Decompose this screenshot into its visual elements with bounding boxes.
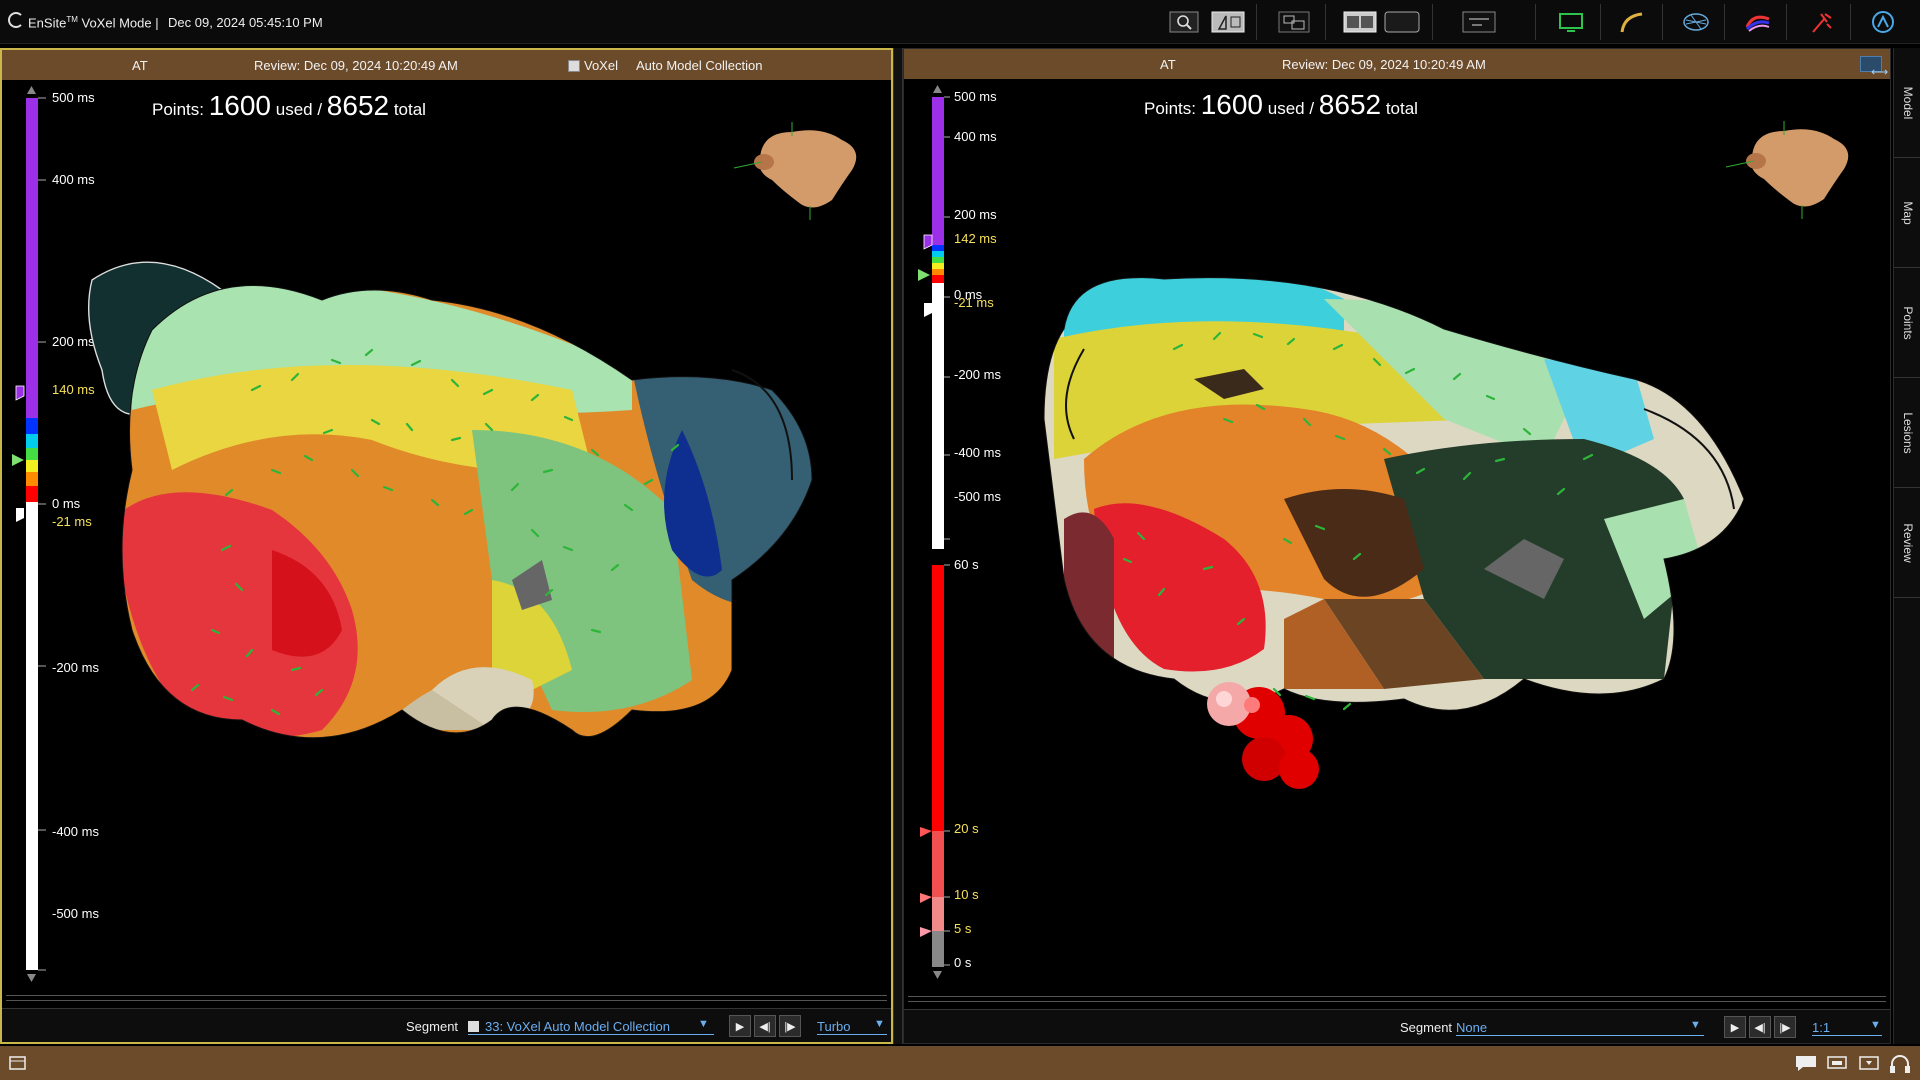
time-threshold-10s-handle[interactable] (920, 893, 932, 903)
points-counter: Points: 1600 used / 8652 total (152, 90, 426, 121)
snapshot-icon (1278, 11, 1310, 33)
navigation-icon (1872, 11, 1894, 33)
play-button[interactable]: ▶ (1724, 1016, 1746, 1038)
voxel-icon (568, 60, 580, 72)
tab-points[interactable]: Points (1894, 268, 1920, 378)
lower-threshold-handle[interactable] (924, 303, 932, 317)
select-region-button[interactable] (1211, 9, 1245, 35)
expand-view-button[interactable]: ⟷ (1860, 56, 1888, 79)
step-forward-button[interactable]: |▶ (779, 1015, 801, 1037)
catheter-button[interactable] (1617, 9, 1647, 35)
tools-button[interactable] (1462, 9, 1496, 35)
tab-map[interactable]: Map (1894, 158, 1920, 268)
orientation-heart-icon[interactable] (732, 110, 872, 220)
step-back-icon: ◀| (759, 1020, 771, 1033)
left-3d-activation-map[interactable] (72, 250, 892, 840)
step-forward-button[interactable]: |▶ (1774, 1016, 1796, 1038)
monitor-icon (1559, 13, 1583, 32)
display-icon[interactable] (1826, 1054, 1848, 1072)
segment-dropdown[interactable]: None (1456, 1020, 1704, 1036)
zero-marker-handle[interactable] (12, 454, 24, 466)
review-timestamp: Review: Dec 09, 2024 10:20:49 AM (1282, 57, 1486, 72)
tab-model[interactable]: Model (1894, 48, 1920, 158)
ensite-logo-icon (8, 12, 24, 28)
status-bar (0, 1046, 1920, 1080)
collection-label: Auto Model Collection (636, 58, 763, 73)
message-icon[interactable] (1794, 1054, 1818, 1072)
ablation-icon (1812, 13, 1832, 33)
map-color-button[interactable] (1742, 9, 1774, 35)
lower-threshold-handle[interactable] (16, 508, 24, 522)
map-type-label: AT (132, 58, 148, 73)
right-3d-activation-map[interactable] (1024, 239, 1784, 859)
horizontal-scrollbar[interactable] (908, 996, 1886, 1002)
segment-label: Segment (1400, 1020, 1453, 1035)
mesh-button[interactable] (1680, 9, 1712, 35)
review-timestamp: Review: Dec 09, 2024 10:20:49 AM (254, 58, 458, 73)
segment-label: Segment (406, 1019, 459, 1034)
tab-review[interactable]: Review (1894, 488, 1920, 598)
mesh-icon (1683, 13, 1709, 31)
snapshot-button[interactable] (1278, 9, 1310, 35)
segment-dropdown-arrow-icon[interactable]: ▼ (1690, 1019, 1701, 1031)
zoom-icon (1169, 11, 1199, 33)
right-map-view[interactable]: AT Review: Dec 09, 2024 10:20:49 AM ⟷ 50… (903, 48, 1891, 1044)
horizontal-scrollbar[interactable] (6, 995, 887, 1001)
points-counter: Points: 1600 used / 8652 total (1144, 89, 1418, 120)
left-color-scale[interactable] (10, 84, 50, 984)
dual-view-button[interactable] (1343, 9, 1377, 35)
headset-icon[interactable] (1888, 1054, 1912, 1074)
step-forward-icon: |▶ (784, 1020, 796, 1033)
time-threshold-5s-handle[interactable] (920, 927, 932, 937)
zero-marker-handle[interactable] (918, 269, 930, 281)
time-threshold-20s-handle[interactable] (920, 827, 932, 837)
catheter-icon (1620, 12, 1643, 33)
single-view-icon (1384, 11, 1420, 33)
play-icon: ▶ (735, 1020, 745, 1033)
step-back-button[interactable]: ◀| (754, 1015, 776, 1037)
dual-view-icon (1343, 11, 1377, 33)
monitor-button[interactable] (1556, 9, 1586, 35)
view-splitter[interactable] (893, 48, 903, 1044)
side-tab-strip: Model Map Points Lesions Review (1893, 48, 1920, 1044)
minimize-panel-icon[interactable] (1858, 1054, 1880, 1072)
segment-dropdown[interactable]: 33: VoXel Auto Model Collection (468, 1019, 714, 1035)
upper-threshold-handle[interactable] (923, 234, 933, 250)
lesion-markers[interactable] (1207, 682, 1319, 789)
map-color-icon (1745, 15, 1770, 32)
single-view-button[interactable] (1384, 9, 1420, 35)
step-back-icon: ◀| (1754, 1021, 1766, 1034)
top-bar: EnSiteTM VoXel Mode | Dec 09, 2024 05:45… (0, 0, 1920, 44)
speed-dropdown-arrow-icon[interactable]: ▼ (1870, 1019, 1881, 1031)
select-region-icon (1211, 11, 1245, 33)
voxel-icon (468, 1021, 479, 1032)
play-icon: ▶ (1730, 1021, 1740, 1034)
upper-threshold-handle[interactable] (15, 385, 25, 401)
window-menu-icon[interactable] (8, 1054, 28, 1072)
system-datetime: Dec 09, 2024 05:45:10 PM (168, 15, 323, 30)
zoom-button[interactable] (1168, 9, 1200, 35)
tools-icon (1462, 11, 1496, 33)
step-forward-icon: |▶ (1779, 1021, 1791, 1034)
orientation-heart-icon[interactable] (1724, 109, 1864, 219)
step-back-button[interactable]: ◀| (1749, 1016, 1771, 1038)
right-panel-header: AT Review: Dec 09, 2024 10:20:49 AM ⟷ (904, 49, 1890, 79)
play-button[interactable]: ▶ (729, 1015, 751, 1037)
left-panel-header: AT Review: Dec 09, 2024 10:20:49 AM VoXe… (2, 50, 891, 80)
right-panel-footer: Segment None ▼ ▶ ◀| |▶ 1:1 ▼ (904, 996, 1890, 1043)
right-color-scale[interactable] (916, 83, 952, 553)
expand-arrows-icon: ⟷ (1871, 65, 1889, 79)
app-title: EnSiteTM VoXel Mode | (28, 15, 159, 31)
navigation-button[interactable] (1868, 9, 1898, 35)
speed-dropdown-arrow-icon[interactable]: ▼ (874, 1018, 885, 1030)
tab-lesions[interactable]: Lesions (1894, 378, 1920, 488)
map-type-label: AT (1160, 57, 1176, 72)
left-panel-footer: Segment 33: VoXel Auto Model Collection … (2, 995, 891, 1042)
ablation-button[interactable] (1806, 9, 1836, 35)
left-map-view[interactable]: AT Review: Dec 09, 2024 10:20:49 AM VoXe… (0, 48, 893, 1044)
voxel-label: VoXel (568, 58, 618, 73)
segment-dropdown-arrow-icon[interactable]: ▼ (698, 1018, 709, 1030)
lesion-time-scale[interactable] (916, 515, 952, 985)
